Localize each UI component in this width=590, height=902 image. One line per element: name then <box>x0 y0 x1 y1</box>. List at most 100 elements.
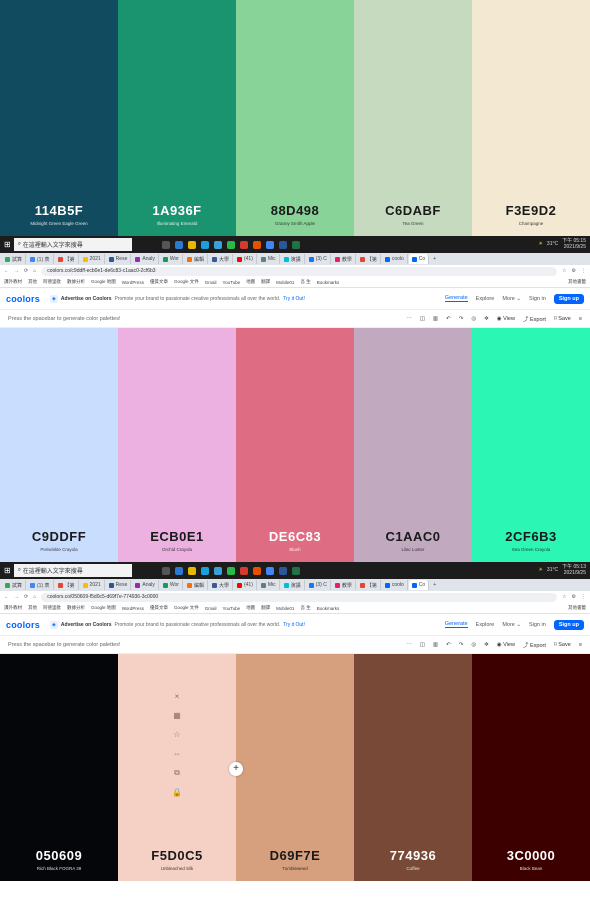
signup-button[interactable]: Sign up <box>553 619 584 630</box>
bookmark-item[interactable]: Google 文件 <box>174 279 199 285</box>
bookmark-item[interactable]: 地圖 <box>246 279 255 285</box>
swatch-hex[interactable]: C1AAC0 <box>385 529 440 544</box>
view-button[interactable]: ◉ View <box>497 316 515 322</box>
browser-tab[interactable]: (3) C <box>306 254 331 264</box>
line-icon[interactable] <box>226 566 235 575</box>
swatch-hex[interactable]: C6DABF <box>385 203 441 218</box>
drag-icon[interactable]: ⇔ <box>173 749 181 758</box>
bookmark-item[interactable]: 阿德里歐 <box>43 279 61 285</box>
word-icon[interactable] <box>278 566 287 575</box>
swatch-hex[interactable]: ECB0E1 <box>150 529 204 544</box>
swatch-color-name[interactable]: Blush <box>289 547 300 552</box>
nav-explore[interactable]: Explore <box>476 296 495 302</box>
chrome-icon[interactable] <box>265 566 274 575</box>
swatch-color-name[interactable]: Tumbleweed <box>282 866 308 871</box>
color-swatch[interactable]: 88D498 Granny Smith Apple <box>236 0 354 236</box>
menu-icon[interactable]: ⋮ <box>581 594 586 600</box>
bookmark-item[interactable]: Gmail <box>205 280 217 285</box>
bookmark-item[interactable]: Gmail <box>205 606 217 611</box>
url-input[interactable]: coolors.co/050609-f5d0c5-d69f7e-774936-3… <box>41 592 558 602</box>
bookmark-item[interactable]: Google 文件 <box>174 605 199 611</box>
browser-tab[interactable]: Wor <box>160 254 183 264</box>
app-orange-icon[interactable] <box>252 566 261 575</box>
coolors-logo[interactable]: coolors <box>6 620 40 630</box>
nav-generate[interactable]: Generate <box>444 295 468 302</box>
taskbar-search-input[interactable]: ⌕ 在這裡輸入文字來搜尋 <box>13 238 132 251</box>
bookmark-item[interactable]: 其他 <box>28 279 37 285</box>
browser-tab[interactable]: 演講 <box>281 254 305 264</box>
bookmark-item[interactable]: YouTube <box>222 606 240 611</box>
nav-generate[interactable]: Generate <box>444 621 468 628</box>
browser-tab[interactable]: (3) C <box>306 580 331 590</box>
bookmark-item[interactable]: 翻譯 <box>261 279 270 285</box>
color-swatch[interactable]: F5D0C5 Unbleached Silk × ▦ ☆ ⇔ ⧉ 🔒 <box>118 654 236 881</box>
task-view-icon[interactable] <box>161 240 170 249</box>
camera-icon[interactable]: ◫ <box>420 642 425 648</box>
browser-tab[interactable]: Mic <box>258 580 280 590</box>
signup-button[interactable]: Sign up <box>553 293 584 304</box>
browser-tab[interactable]: Co <box>408 254 430 264</box>
layout-icon[interactable]: ▥ <box>433 642 438 648</box>
color-swatch[interactable]: ECB0E1 Orchid Crayola <box>118 328 236 562</box>
advertise-banner[interactable]: ◈ Advertise on Coolors Promote your bran… <box>49 620 305 629</box>
swatch-hex[interactable]: C9DDFF <box>32 529 86 544</box>
lock-icon[interactable]: 🔒 <box>172 788 182 797</box>
browser-tab[interactable]: 【第 <box>55 254 79 264</box>
nav-more[interactable]: More ⌄ <box>502 296 521 302</box>
bookmark-item[interactable]: 其他書籤 <box>568 279 586 285</box>
browser-tab[interactable]: 編輯 <box>184 580 208 590</box>
browser-tab[interactable]: 試算 <box>2 254 27 264</box>
bookmark-item[interactable]: 優質文章 <box>150 605 168 611</box>
color-swatch[interactable]: 114B5F Midnight Green Eagle Green <box>0 0 118 236</box>
swatch-color-name[interactable]: Illuminating Emerald <box>157 221 198 226</box>
more-icon[interactable]: ⋯ <box>406 316 412 322</box>
camera-icon[interactable]: ◫ <box>420 316 425 322</box>
color-swatch[interactable]: 1A936F Illuminating Emerald <box>118 0 236 236</box>
swatch-hex[interactable]: F3E9D2 <box>506 203 557 218</box>
bookmark-item[interactable]: 課外教材 <box>4 279 22 285</box>
swatch-color-name[interactable]: Orchid Crayola <box>162 547 192 552</box>
nav-more[interactable]: More ⌄ <box>502 622 521 628</box>
bookmark-item[interactable]: 課外教材 <box>4 605 22 611</box>
edge-icon[interactable] <box>174 240 183 249</box>
signin-link[interactable]: Sign in <box>529 296 546 302</box>
bookmark-item[interactable]: YouTube <box>222 280 240 285</box>
browser-tab[interactable]: 演講 <box>281 580 305 590</box>
back-icon[interactable]: ← <box>4 268 9 274</box>
chrome-icon[interactable] <box>265 240 274 249</box>
color-swatch[interactable]: 050609 Rich Black FOGRA 39 <box>0 654 118 881</box>
swatch-color-name[interactable]: Lilac Luster <box>401 547 424 552</box>
color-swatch[interactable]: D69F7E Tumbleweed <box>236 654 354 881</box>
swatch-hex[interactable]: F5D0C5 <box>151 848 202 863</box>
browser-tab[interactable]: (41) <box>234 254 257 264</box>
redo-icon[interactable]: ↷ <box>459 316 464 322</box>
extensions-icon[interactable]: ⚙ <box>572 268 576 274</box>
windows-start-icon[interactable]: ⊞ <box>4 566 11 575</box>
line-icon[interactable] <box>226 240 235 249</box>
bookmark-item[interactable]: Bookmarks <box>317 606 340 611</box>
swatch-hex[interactable]: 88D498 <box>271 203 320 218</box>
signin-link[interactable]: Sign in <box>529 622 546 628</box>
bookmark-item[interactable]: 優質文章 <box>150 279 168 285</box>
color-swatch[interactable]: DE6C83 Blush <box>236 328 354 562</box>
swatch-hex[interactable]: 2CF6B3 <box>505 529 556 544</box>
settings-icon[interactable]: ✲ <box>484 316 489 322</box>
swatch-hex[interactable]: 1A936F <box>152 203 201 218</box>
nav-explore[interactable]: Explore <box>476 622 495 628</box>
reload-icon[interactable]: ⟳ <box>24 268 28 274</box>
settings-icon[interactable]: ✲ <box>484 642 489 648</box>
bookmark-item[interactable]: 數據分析 <box>67 279 85 285</box>
new-tab-button[interactable]: + <box>430 256 439 262</box>
save-button[interactable]: ⌑ Save <box>554 642 571 648</box>
forward-icon[interactable]: → <box>14 268 19 274</box>
more-icon[interactable]: ⋯ <box>406 642 412 648</box>
app-l-icon[interactable] <box>213 240 222 249</box>
browser-tab[interactable]: 【第 <box>357 254 381 264</box>
folder-icon[interactable] <box>187 566 196 575</box>
bookmark-item[interactable]: 其他書籤 <box>568 605 586 611</box>
edge-icon[interactable] <box>174 566 183 575</box>
extensions-icon[interactable]: ⚙ <box>572 594 576 600</box>
bookmark-item[interactable]: 翻譯 <box>261 605 270 611</box>
swatch-color-name[interactable]: Black Bean <box>520 866 543 871</box>
word-icon[interactable] <box>278 240 287 249</box>
